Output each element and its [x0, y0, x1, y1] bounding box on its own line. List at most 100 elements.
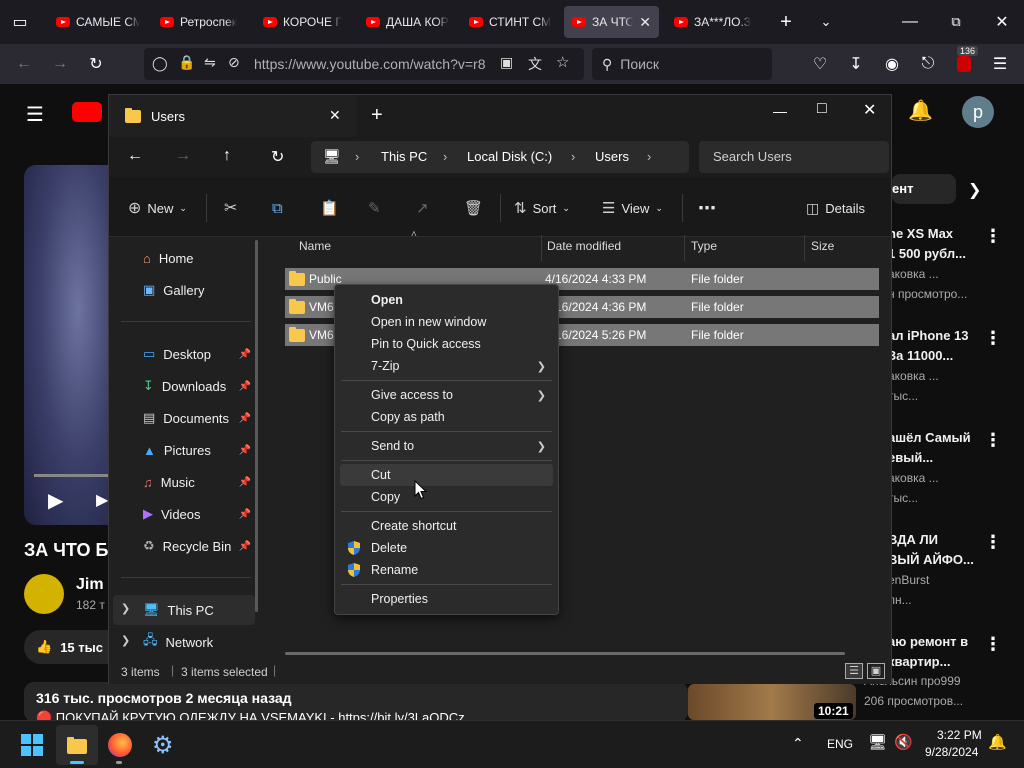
browser-tab[interactable]: ДАША КОР	[358, 6, 458, 38]
paste-button[interactable]: 📋	[320, 196, 339, 220]
notification-bell-icon[interactable]: 🔔	[988, 733, 1007, 751]
browser-tab[interactable]: Ретроспек	[152, 6, 252, 38]
copy-button[interactable]: ⧉	[272, 196, 283, 220]
tiles-view-icon[interactable]: ▣	[867, 663, 885, 679]
browser-tab[interactable]: САМЫЕ СМ	[48, 6, 148, 38]
nav-item-home[interactable]: ⌂ Home	[109, 243, 251, 273]
address-bar[interactable]: 🖥 › This PC › Local Disk (C:) › Users ›	[311, 141, 689, 173]
back-arrow-icon[interactable]: ←	[127, 147, 143, 165]
url-bar[interactable]: ◯ 🔒 ⇋ ⊘ https://www.youtube.com/watch?v=…	[144, 48, 584, 80]
video-progress-bar[interactable]	[34, 474, 108, 477]
nav-item-videos[interactable]: ▶ Videos 📌	[109, 499, 251, 529]
new-tab-icon[interactable]: +	[371, 104, 383, 127]
chevron-down-icon[interactable]: ⌄	[814, 10, 838, 34]
ublock-icon[interactable]: 136	[952, 46, 979, 76]
nav-item-gallery[interactable]: ▣ Gallery	[109, 275, 251, 305]
explorer-search-input[interactable]: Search Users	[699, 141, 889, 173]
restore-icon[interactable]: ⧉	[944, 10, 968, 34]
more-options-icon[interactable]: ⋮	[984, 634, 1002, 655]
menu-icon[interactable]: ☰	[988, 52, 1012, 76]
channel-avatar[interactable]	[24, 574, 64, 614]
menu-item-properties[interactable]: Properties	[335, 588, 558, 610]
related-video[interactable]: ал iPhone 13 За 11000... аковка ... тыс...	[888, 326, 998, 406]
more-options-icon[interactable]: ⋮	[984, 430, 1002, 451]
menu-item-copy[interactable]: Copy	[335, 486, 558, 508]
lock-icon[interactable]: 🔒	[178, 54, 195, 71]
details-pane-button[interactable]: ◫ Details	[806, 196, 865, 220]
related-video[interactable]: аю ремонт в квартир...	[888, 632, 998, 672]
nav-scrollbar[interactable]	[255, 240, 258, 612]
column-date-modified[interactable]: Date modified	[547, 239, 621, 253]
browser-tab[interactable]: КОРОЧЕ Г	[255, 6, 355, 38]
nav-item-desktop[interactable]: ▭ Desktop 📌	[109, 339, 251, 369]
nav-item-this-pc[interactable]: ❯ 🖥 This PC	[113, 595, 255, 625]
clock-date[interactable]: 9/28/2024	[925, 745, 978, 759]
firefox-icon[interactable]	[108, 733, 132, 757]
up-arrow-icon[interactable]: ↑	[223, 147, 231, 165]
pin-icon[interactable]: 📌	[239, 541, 251, 552]
menu-item-delete[interactable]: Delete	[335, 537, 558, 559]
notifications-bell-icon[interactable]: 🔔	[908, 98, 933, 123]
pocket-icon[interactable]: ♡	[808, 52, 832, 76]
refresh-icon[interactable]: ↻	[271, 147, 284, 167]
menu-item-pin-quick-access[interactable]: Pin to Quick access	[335, 333, 558, 355]
browser-tab[interactable]: СТИНТ СМ	[461, 6, 561, 38]
forward-icon[interactable]: →	[48, 52, 72, 76]
bookmark-star-icon[interactable]: ☆	[556, 53, 569, 71]
column-size[interactable]: Size	[811, 239, 834, 253]
chip-filter[interactable]: ент	[892, 174, 956, 204]
clock-time[interactable]: 3:22 PM	[937, 728, 982, 742]
column-name[interactable]: Name	[299, 239, 331, 253]
pin-icon[interactable]: 📌	[239, 349, 251, 360]
share-button[interactable]: ↗	[416, 196, 429, 220]
channel-name[interactable]: Jim	[76, 576, 104, 594]
shield-icon[interactable]: ◯	[152, 55, 168, 72]
close-window-icon[interactable]: ✕	[863, 100, 876, 120]
browser-search-field[interactable]: ⚲ Поиск	[592, 48, 772, 80]
reload-icon[interactable]: ↻	[84, 52, 108, 76]
new-button[interactable]: ⊕ New ⌄	[128, 196, 187, 220]
play-icon[interactable]: ▶	[48, 488, 63, 513]
video-player[interactable]	[24, 165, 114, 525]
volume-muted-icon[interactable]: 🔇	[894, 733, 913, 751]
close-tab-icon[interactable]: ✕	[639, 14, 651, 31]
menu-item-open[interactable]: Open	[335, 289, 558, 311]
menu-item-rename[interactable]: Rename	[335, 559, 558, 581]
minimize-icon[interactable]: —	[898, 10, 922, 34]
column-type[interactable]: Type	[691, 239, 717, 253]
chevron-right-icon[interactable]: ❯	[121, 602, 130, 615]
column-divider[interactable]	[684, 235, 685, 261]
pin-icon[interactable]: 📌	[239, 413, 251, 424]
menu-item-copy-as-path[interactable]: Copy as path	[335, 406, 558, 428]
explorer-tab[interactable]	[109, 95, 357, 137]
breadcrumb-this-pc[interactable]: This PC	[381, 149, 427, 164]
settings-gear-icon[interactable]: ⚙	[152, 731, 174, 760]
taskbar-file-explorer[interactable]	[56, 725, 98, 765]
menu-item-open-new-window[interactable]: Open in new window	[335, 311, 558, 333]
more-options-icon[interactable]: ⋮	[984, 532, 1002, 553]
browser-tab[interactable]: ЗА***ЛО.З	[666, 6, 766, 38]
tab-overview-icon[interactable]: ▭	[8, 10, 32, 34]
column-divider[interactable]	[804, 235, 805, 261]
menu-item-give-access[interactable]: Give access to ❯	[335, 384, 558, 406]
related-video[interactable]: ашёл Самый евый... аковка ... тыс...	[888, 428, 998, 508]
back-icon[interactable]: ←	[12, 52, 36, 76]
pin-icon[interactable]: 📌	[239, 445, 251, 456]
avatar[interactable]: p	[962, 96, 994, 128]
hamburger-menu-icon[interactable]: ☰	[26, 102, 44, 127]
menu-item-cut[interactable]: Cut	[340, 464, 553, 486]
pin-icon[interactable]: 📌	[239, 509, 251, 520]
view-button[interactable]: ☰ View ⌄	[602, 196, 663, 220]
nav-item-documents[interactable]: ▤ Documents 📌	[109, 403, 251, 433]
download-icon[interactable]: ↧	[844, 52, 868, 76]
autoplay-blocked-icon[interactable]: ⊘	[228, 54, 240, 71]
cut-button[interactable]: ✂	[224, 196, 237, 220]
windows-start-icon[interactable]	[21, 734, 43, 756]
extensions-icon[interactable]: ⎋	[916, 52, 940, 76]
close-window-icon[interactable]: ✕	[990, 10, 1014, 34]
nav-item-network[interactable]: ❯ 🖧 Network	[109, 627, 251, 657]
minimize-icon[interactable]: —	[773, 103, 787, 119]
close-tab-icon[interactable]: ✕	[329, 107, 341, 124]
youtube-logo[interactable]	[72, 102, 102, 122]
menu-item-create-shortcut[interactable]: Create shortcut	[335, 515, 558, 537]
